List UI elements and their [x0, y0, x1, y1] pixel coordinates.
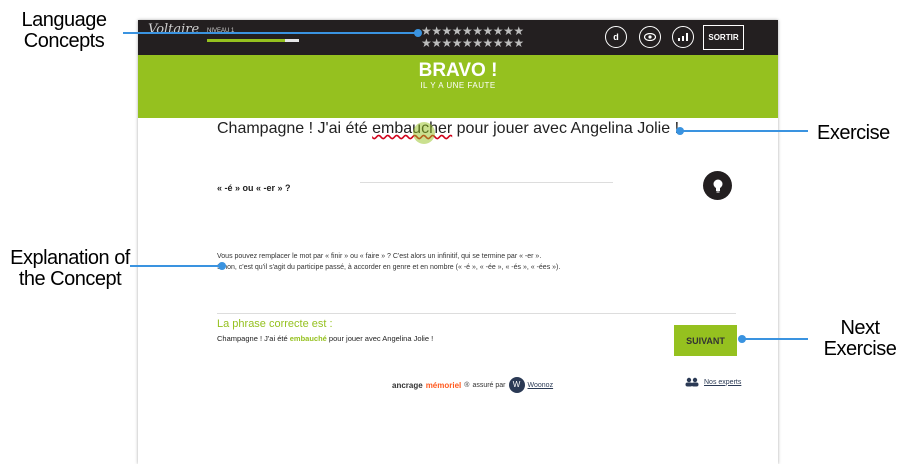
next-button[interactable]: SUIVANT: [674, 325, 737, 356]
experts-link-group[interactable]: Nos experts: [684, 377, 741, 387]
lightbulb-icon[interactable]: [703, 171, 732, 200]
section-divider: [217, 313, 736, 314]
callout-exercise: Exercise: [817, 122, 890, 144]
people-icon: [685, 377, 699, 387]
exercise-sentence: Champagne ! J'ai été embaucher pour joue…: [217, 120, 679, 138]
voltaire-logo: Voltaire: [148, 22, 200, 37]
correct-text-after: pour jouer avec Angelina Jolie !: [326, 334, 434, 343]
memoriel-text: mémoriel: [425, 380, 462, 390]
dictionary-icon[interactable]: d: [605, 26, 627, 48]
banner-subtitle: IL Y A UNE FAUTE: [420, 81, 496, 90]
statistics-icon[interactable]: [672, 26, 694, 48]
footer-branding: ancrage mémoriel ® assuré par W Woonoz: [392, 377, 553, 393]
level-label: NIVEAU 1: [207, 28, 235, 34]
callout-language-concepts: Language Concepts: [21, 9, 107, 52]
explanation-line-1: Vous pouvez remplacer le mot par « finir…: [217, 253, 542, 260]
explanation-line-2: Sinon, c'est qu'il s'agit du participe p…: [217, 264, 561, 271]
exercise-text-before: Champagne ! J'ai été: [217, 120, 373, 137]
callout-explanation: Explanation of the Concept: [10, 247, 130, 290]
top-bar: Voltaire NIVEAU 1 ★★★★★★★★★★ ★★★★★★★★★★ …: [138, 20, 778, 55]
banner-title: BRAVO !: [418, 60, 498, 81]
level-progress-bar: [207, 39, 299, 42]
exercise-error-word[interactable]: embaucher: [372, 120, 452, 137]
correct-sentence: Champagne ! J'ai été embauché pour jouer…: [217, 334, 433, 343]
concept-question: « -é » ou « -er » ?: [217, 183, 291, 193]
lightbulb-icon-glyph: [713, 179, 722, 192]
ancrage-text: ancrage: [392, 380, 423, 390]
exercise-text-after: pour jouer avec Angelina Jolie !: [452, 120, 680, 137]
woonoz-logo-icon: W: [508, 377, 525, 393]
statistics-icon-glyph: [678, 33, 688, 41]
woonoz-link[interactable]: Woonoz: [528, 382, 554, 389]
eye-icon[interactable]: [639, 26, 661, 48]
star-rating-icon: ★★★★★★★★★★ ★★★★★★★★★★: [421, 25, 524, 49]
exit-button[interactable]: SORTIR: [703, 25, 744, 50]
eye-icon-glyph: [644, 33, 656, 41]
callout-next-exercise: Next Exercise: [823, 317, 897, 360]
feedback-banner: BRAVO ! IL Y A UNE FAUTE: [138, 55, 778, 118]
level-progress-fill: [207, 39, 286, 42]
stars-row-2: ★★★★★★★★★★: [421, 36, 524, 50]
registered-mark: ®: [464, 381, 470, 389]
app-frame: Voltaire NIVEAU 1 ★★★★★★★★★★ ★★★★★★★★★★ …: [138, 20, 778, 464]
assure-par-text: assuré par: [472, 381, 506, 389]
experts-link[interactable]: Nos experts: [704, 379, 741, 386]
correct-text-before: Champagne ! J'ai été: [217, 334, 290, 343]
concept-explanation: Vous pouvez remplacer le mot par « finir…: [217, 251, 560, 273]
correct-sentence-label: La phrase correcte est :: [217, 318, 333, 330]
correct-word: embauché: [289, 334, 327, 343]
concept-divider: [360, 182, 613, 183]
